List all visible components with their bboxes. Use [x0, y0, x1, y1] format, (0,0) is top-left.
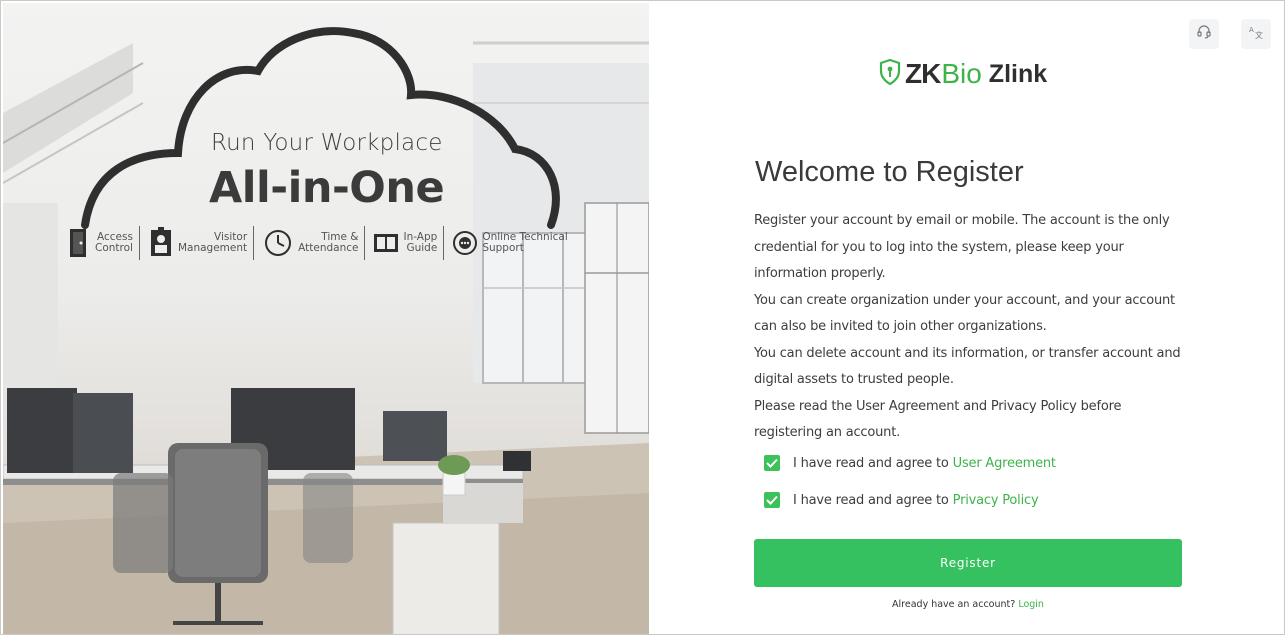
- agreement-prefix: I have read and agree to: [793, 455, 949, 471]
- brand-logo: ZK Bio Zlink: [879, 58, 1048, 90]
- svg-text:A: A: [1249, 26, 1254, 34]
- checkmark-icon: [766, 458, 778, 468]
- feature-label: In-App Guide: [403, 231, 438, 254]
- office-scene-illustration: [3, 27, 649, 634]
- description-paragraph: Register your account by email or mobile…: [754, 213, 1170, 281]
- register-description: Register your account by email or mobile…: [754, 208, 1192, 447]
- description-paragraph: Please read the User Agreement and Priva…: [754, 398, 1122, 441]
- language-button[interactable]: A文: [1241, 19, 1271, 49]
- user-agreement-row: I have read and agree to User Agreement: [764, 455, 1056, 471]
- brand-bio: Bio: [941, 58, 982, 89]
- app-window: Run Your Workplace All-in-One Access Con…: [0, 0, 1285, 635]
- privacy-policy-checkbox[interactable]: [764, 492, 780, 508]
- feature-in-app-guide: In-App Guide: [371, 223, 437, 263]
- brand-zk: ZK: [905, 58, 941, 89]
- feature-divider: [443, 226, 445, 260]
- chat-support-icon: [450, 226, 480, 260]
- svg-text:文: 文: [1255, 30, 1263, 40]
- user-agreement-link[interactable]: User Agreement: [953, 456, 1056, 471]
- hero-banner: Run Your Workplace All-in-One Access Con…: [3, 3, 649, 634]
- feature-time-attendance: Time & Attendance: [260, 223, 358, 263]
- page-title: Welcome to Register: [755, 156, 1024, 188]
- book-icon: [371, 226, 401, 260]
- description-paragraph: You can create organization under your a…: [754, 292, 1175, 335]
- feature-label: Online Technical Support: [482, 231, 568, 254]
- feature-divider: [364, 226, 366, 260]
- translate-icon: A文: [1248, 24, 1264, 45]
- hero-headline-big: All-in-One: [209, 163, 445, 213]
- feature-label: Visitor Management: [177, 231, 248, 254]
- privacy-policy-row: I have read and agree to Privacy Policy: [764, 492, 1039, 508]
- clock-icon: [260, 226, 296, 260]
- visitor-icon: [146, 226, 176, 260]
- feature-online-support: Online Technical Support: [450, 223, 568, 263]
- feature-divider: [138, 226, 140, 260]
- agreement-prefix: I have read and agree to: [793, 492, 949, 508]
- checkmark-icon: [766, 495, 778, 505]
- hero-headline-small: Run Your Workplace: [211, 130, 443, 156]
- feature-strip: Access Control Visitor Management Time &…: [63, 223, 568, 263]
- register-panel: A文 ZK Bio Zlink Welcome to Register Regi…: [649, 3, 1284, 634]
- door-icon: [63, 226, 93, 260]
- privacy-policy-link[interactable]: Privacy Policy: [953, 493, 1039, 508]
- feature-divider: [253, 226, 255, 260]
- login-prompt: Already have an account?: [892, 599, 1016, 610]
- headset-icon: [1196, 24, 1212, 45]
- feature-visitor-management: Visitor Management: [146, 223, 247, 263]
- description-paragraph: You can delete account and its informati…: [754, 345, 1181, 388]
- register-button[interactable]: Register: [754, 539, 1182, 587]
- support-button[interactable]: [1189, 19, 1219, 49]
- shield-icon: [879, 58, 901, 90]
- login-link[interactable]: Login: [1018, 599, 1044, 610]
- feature-label: Access Control: [95, 231, 133, 254]
- feature-label: Time & Attendance: [298, 231, 359, 254]
- brand-product: Zlink: [988, 59, 1048, 88]
- feature-access-control: Access Control: [63, 223, 133, 263]
- login-prompt-line: Already have an account? Login: [754, 599, 1182, 610]
- user-agreement-checkbox[interactable]: [764, 455, 780, 471]
